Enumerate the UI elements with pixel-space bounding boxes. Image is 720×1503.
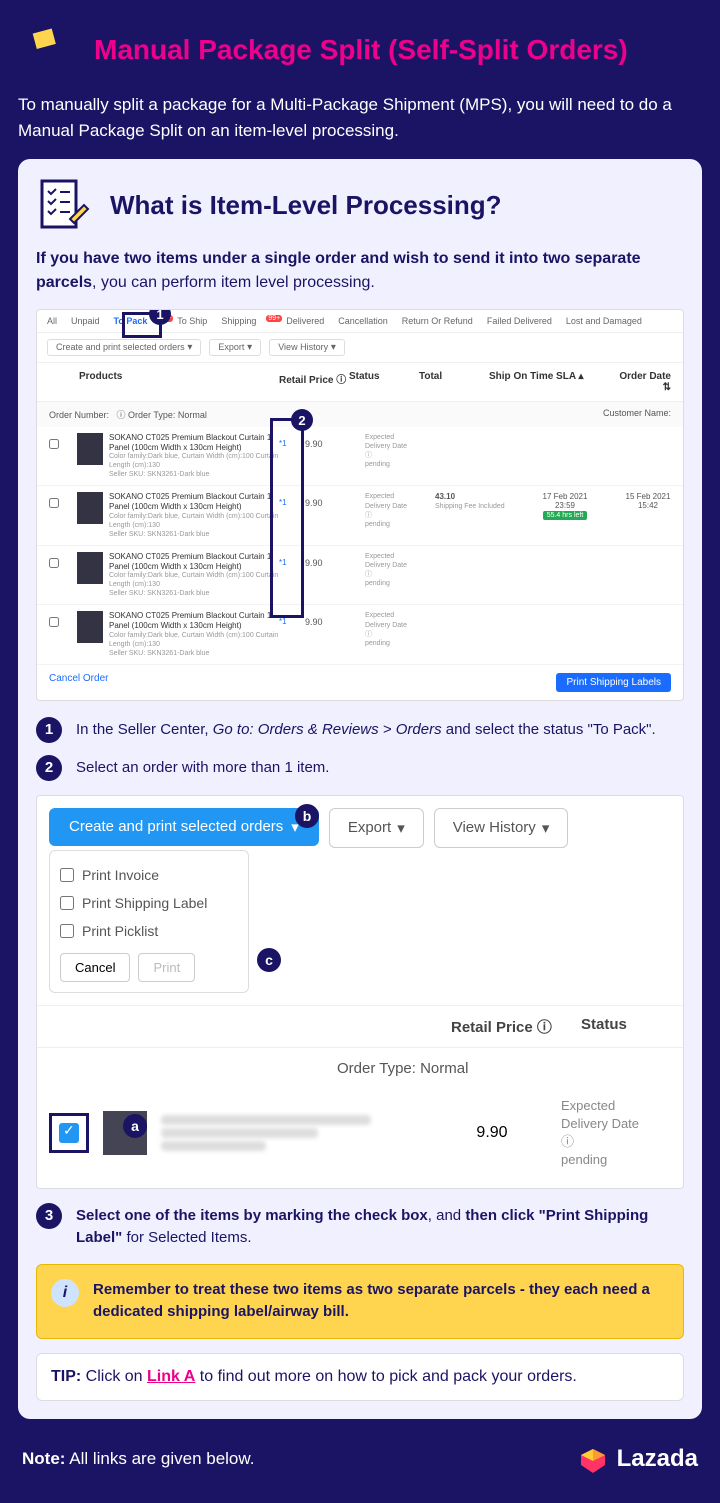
print-button[interactable]: Print xyxy=(138,953,195,982)
callout-b: b xyxy=(295,804,319,828)
dropdown-menu: Print Invoice Print Shipping Label Print… xyxy=(49,850,249,993)
section-lead: If you have two items under a single ord… xyxy=(36,247,684,295)
tab-unpaid[interactable]: Unpaid xyxy=(71,316,100,326)
opt-print-picklist[interactable]: Print Picklist xyxy=(60,917,238,945)
step-2: 2 Select an order with more than 1 item. xyxy=(36,755,684,781)
view-history-button[interactable]: View History▾ xyxy=(434,808,569,848)
row-checkbox[interactable] xyxy=(49,617,59,627)
trolley-icon xyxy=(18,20,78,80)
product-thumb xyxy=(77,433,103,465)
print-labels-button[interactable]: Print Shipping Labels xyxy=(556,673,671,692)
order-header: Order Number: ⓘ Order Type: Normal Custo… xyxy=(37,402,683,427)
brand-logo: Lazada xyxy=(577,1443,698,1475)
export-button[interactable]: Export xyxy=(209,339,261,356)
row-checkbox[interactable] xyxy=(49,498,59,508)
tab-shipping[interactable]: Shipping99+ xyxy=(221,316,272,326)
step-1: 1 In the Seller Center, Go to: Orders & … xyxy=(36,717,684,743)
section-title: What is Item-Level Processing? xyxy=(110,190,502,221)
tab-failed[interactable]: Failed Delivered xyxy=(487,316,552,326)
view-history-button[interactable]: View History xyxy=(269,339,345,356)
hero: Manual Package Split (Self-Split Orders) xyxy=(18,20,702,80)
callout-1: 1 xyxy=(122,312,162,338)
tip-box: TIP: Click on Link A to find out more on… xyxy=(36,1353,684,1401)
tab-return[interactable]: Return Or Refund xyxy=(402,316,473,326)
order-type: Order Type: Normal xyxy=(37,1047,683,1089)
checklist-icon xyxy=(36,177,92,233)
link-a[interactable]: Link A xyxy=(147,1368,195,1385)
row-checkbox[interactable] xyxy=(49,558,59,568)
row-checkbox[interactable] xyxy=(49,439,59,449)
opt-print-invoice[interactable]: Print Invoice xyxy=(60,861,238,889)
blurred-product-info xyxy=(161,1112,423,1154)
screenshot-print-dropdown: b c a Create and print selected orders▾ … xyxy=(36,795,684,1189)
step-3: 3 Select one of the items by marking the… xyxy=(36,1203,684,1250)
order-row: SOKANO CT025 Premium Blackout Curtain 1 … xyxy=(37,486,683,545)
callout-c: c xyxy=(257,948,281,972)
order-row: SOKANO CT025 Premium Blackout Curtain 1 … xyxy=(37,605,683,664)
tab-all[interactable]: All xyxy=(47,316,57,326)
cancel-order-link[interactable]: Cancel Order xyxy=(49,673,108,692)
tab-delivered[interactable]: Delivered xyxy=(286,316,324,326)
order-row: SOKANO CT025 Premium Blackout Curtain 1 … xyxy=(37,427,683,486)
info-icon: i xyxy=(51,1279,79,1307)
tab-lost[interactable]: Lost and Damaged xyxy=(566,316,642,326)
chevron-down-icon: ▾ xyxy=(542,819,550,837)
intro-text: To manually split a package for a Multi-… xyxy=(18,92,702,143)
page-title: Manual Package Split (Self-Split Orders) xyxy=(94,34,628,66)
callout-2: 2 xyxy=(270,418,304,618)
order-footer: Cancel Order Print Shipping Labels xyxy=(37,665,683,700)
opt-print-shipping-label[interactable]: Print Shipping Label xyxy=(60,889,238,917)
item-checkbox-highlight xyxy=(49,1113,89,1153)
chevron-down-icon: ▾ xyxy=(397,819,405,837)
info-alert: i Remember to treat these two items as t… xyxy=(36,1264,684,1339)
content-card: What is Item-Level Processing? If you ha… xyxy=(18,159,702,1419)
tab-to-ship[interactable]: To Ship xyxy=(177,316,207,326)
item-checkbox[interactable] xyxy=(59,1123,79,1143)
create-print-button[interactable]: Create and print selected orders xyxy=(47,339,201,356)
lazada-heart-icon xyxy=(577,1443,609,1475)
screenshot-orders-list: 1 2 All Unpaid To Pack99+ To Ship Shippi… xyxy=(36,309,684,701)
cancel-button[interactable]: Cancel xyxy=(60,953,130,982)
footer: Note: All links are given below. Lazada xyxy=(18,1419,702,1483)
callout-a: a xyxy=(123,1114,147,1138)
order-row: SOKANO CT025 Premium Blackout Curtain 1 … xyxy=(37,546,683,605)
export-button[interactable]: Export▾ xyxy=(329,808,424,848)
columns-header: Products Retail Price ⓘ Status Total Shi… xyxy=(37,363,683,402)
tab-cancellation[interactable]: Cancellation xyxy=(338,316,388,326)
